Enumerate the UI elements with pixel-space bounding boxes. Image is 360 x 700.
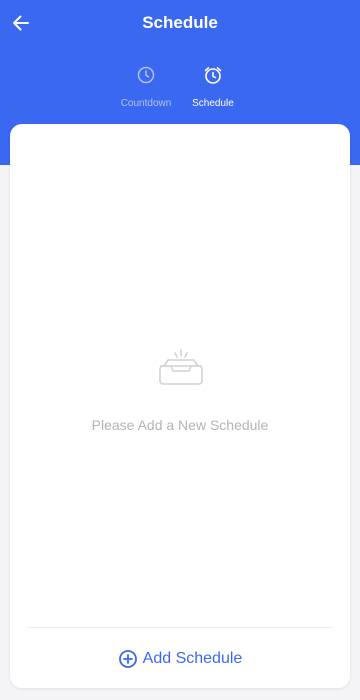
empty-state-message: Please Add a New Schedule bbox=[91, 417, 269, 433]
tab-bar: Countdown Schedule bbox=[0, 62, 360, 114]
clock-icon bbox=[137, 66, 155, 84]
page-title: Schedule bbox=[142, 13, 218, 32]
schedule-card: Please Add a New Schedule Add Schedule bbox=[10, 124, 350, 688]
tab-schedule-label: Schedule bbox=[192, 98, 234, 109]
alarm-clock-icon bbox=[204, 67, 222, 84]
divider bbox=[28, 627, 332, 628]
plus-circle-icon bbox=[118, 650, 137, 668]
add-schedule-button[interactable]: Add Schedule bbox=[10, 639, 350, 679]
tab-schedule[interactable]: Schedule bbox=[173, 62, 253, 114]
empty-inbox-icon bbox=[159, 349, 203, 385]
add-schedule-label: Add Schedule bbox=[142, 650, 243, 667]
